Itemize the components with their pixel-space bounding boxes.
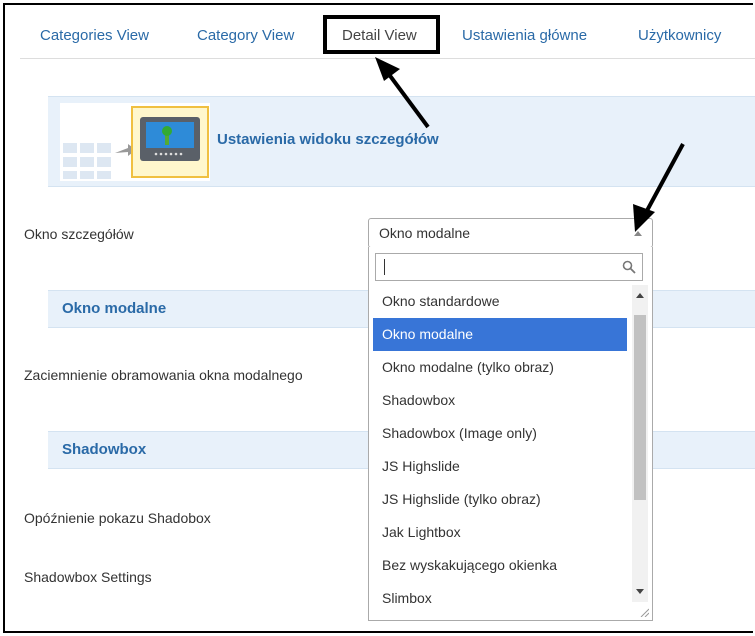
scroll-up-icon[interactable] — [636, 293, 644, 298]
option-no-popup[interactable]: Bez wyskakującego okienka — [373, 549, 627, 582]
select-dropdown: Okno standardowe Okno modalne Okno modal… — [368, 247, 653, 621]
detail-view-icon — [60, 103, 210, 181]
modal-overlay-label: Zaciemnienie obramowania okna modalnego — [24, 367, 303, 383]
option-shadowbox[interactable]: Shadowbox — [373, 384, 627, 417]
option-js-highslide-image-only[interactable]: JS Highslide (tylko obraz) — [373, 483, 627, 516]
annotation-highlight-box — [323, 15, 440, 54]
tab-main-settings[interactable]: Ustawienia główne — [462, 27, 587, 44]
option-shadowbox-image-only[interactable]: Shadowbox (Image only) — [373, 417, 627, 450]
tab-users[interactable]: Użytkownicy — [638, 27, 721, 44]
dropdown-search-input[interactable] — [375, 253, 643, 281]
options-list: Okno standardowe Okno modalne Okno modal… — [373, 285, 627, 615]
header-title: Ustawienia widoku szczegółów — [217, 131, 439, 148]
header-section: Ustawienia widoku szczegółów — [48, 96, 755, 187]
tab-categories-view[interactable]: Categories View — [40, 27, 149, 44]
shadowbox-delay-label: Opóźnienie pokazu Shadobox — [24, 510, 211, 526]
search-icon — [622, 260, 636, 274]
option-js-highslide[interactable]: JS Highslide — [373, 450, 627, 483]
select-value: Okno modalne — [379, 225, 471, 241]
detail-window-label: Okno szczegółów — [24, 226, 134, 242]
detail-window-select[interactable]: Okno modalne — [368, 218, 653, 248]
modal-section-title: Okno modalne — [62, 300, 167, 317]
shadowbox-settings-label: Shadowbox Settings — [24, 569, 152, 585]
option-modal-window[interactable]: Okno modalne — [373, 318, 627, 351]
text-cursor — [384, 259, 385, 275]
tab-category-view[interactable]: Category View — [197, 27, 294, 44]
shadowbox-section-title: Shadowbox — [62, 441, 147, 458]
resize-grip-icon[interactable] — [639, 607, 649, 617]
dropdown-scrollbar[interactable] — [632, 285, 648, 602]
scrollbar-thumb[interactable] — [634, 315, 646, 500]
option-slimbox[interactable]: Slimbox — [373, 582, 627, 615]
scroll-down-icon[interactable] — [636, 589, 644, 594]
option-lightbox-like[interactable]: Jak Lightbox — [373, 516, 627, 549]
caret-up-icon[interactable] — [634, 231, 642, 236]
tab-divider — [20, 58, 755, 59]
option-modal-image-only[interactable]: Okno modalne (tylko obraz) — [373, 351, 627, 384]
option-standard-window[interactable]: Okno standardowe — [373, 285, 627, 318]
